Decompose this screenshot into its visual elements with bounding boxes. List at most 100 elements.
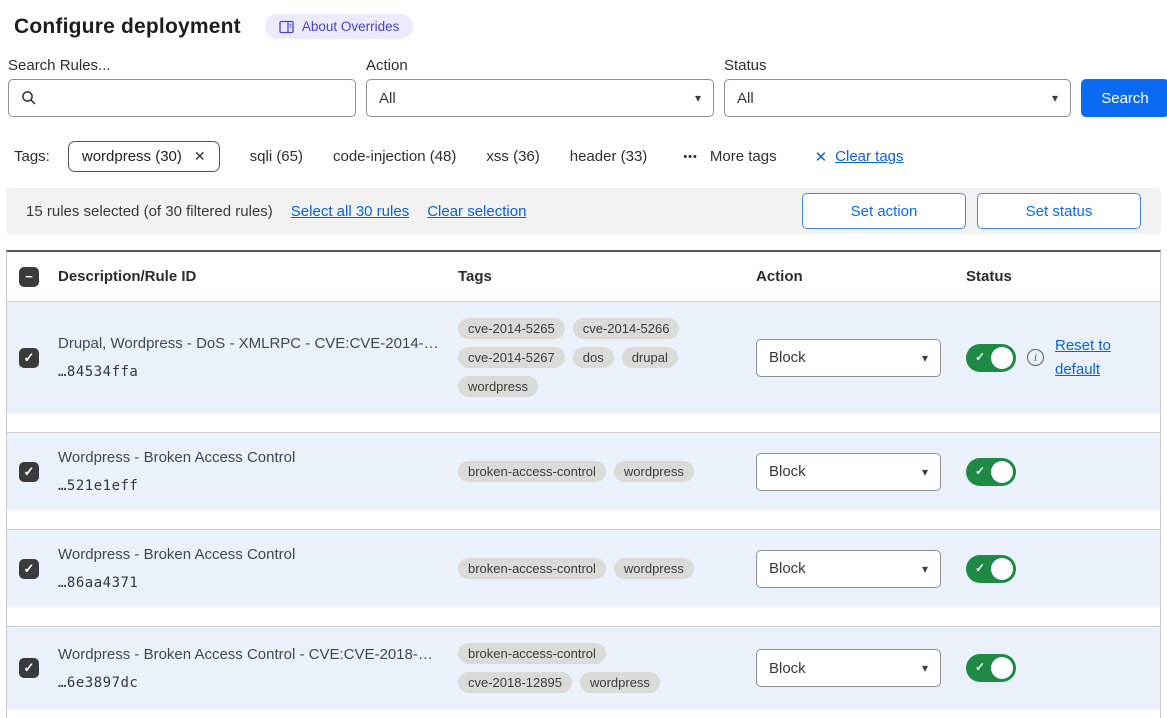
- rule-tags-cell: broken-access-control wordpress: [458, 461, 756, 482]
- rule-tags: broken-access-controlwordpress: [458, 558, 716, 579]
- search-icon: [21, 90, 37, 106]
- header-description: Description/Rule ID: [58, 268, 458, 285]
- set-status-button[interactable]: Set status: [977, 193, 1141, 229]
- rule-tags: broken-access-control wordpress: [458, 461, 716, 482]
- tag-list: sqli (65) code-injection (48) xss (36) head…: [220, 148, 648, 165]
- tag-pill: broken-access-control: [458, 461, 606, 482]
- toggle-knob: [991, 461, 1013, 483]
- clear-selection-link[interactable]: Clear selection: [427, 203, 526, 220]
- rule-description: Wordpress - Broken Access Control: [58, 449, 458, 466]
- tag-pill: wordpress: [614, 461, 694, 482]
- search-button[interactable]: Search: [1081, 79, 1167, 117]
- toggle-knob: [991, 347, 1013, 369]
- rule-description-cell: Wordpress - Broken Access Control …521e1…: [58, 449, 458, 494]
- rule-action-cell: Block ▾: [756, 550, 958, 588]
- chevron-down-icon: ▾: [1052, 91, 1058, 105]
- table-row: ✓ Wordpress - Broken Access Control - CV…: [7, 626, 1160, 709]
- clear-tags-icon: ✕: [815, 148, 828, 166]
- status-toggle[interactable]: ✓: [966, 654, 1016, 682]
- chevron-down-icon: ▾: [922, 351, 928, 365]
- rule-status-cell: ✓: [958, 555, 1160, 583]
- selected-tag-pill[interactable]: wordpress (30) ✕: [68, 141, 220, 172]
- tag-pill: broken-access-control: [458, 643, 606, 664]
- check-icon: ✓: [24, 660, 35, 676]
- rule-status-cell: ✓: [958, 458, 1160, 486]
- rule-description-cell: Drupal, Wordpress - DoS - XMLRPC - CVE:C…: [58, 335, 458, 380]
- search-rules-label: Search Rules...: [8, 57, 356, 74]
- action-filter-select[interactable]: All ▾: [366, 79, 714, 117]
- tags-label: Tags:: [14, 148, 50, 165]
- rule-action-select[interactable]: Block ▾: [756, 453, 941, 491]
- check-icon: ✓: [24, 350, 35, 366]
- chevron-down-icon: ▾: [922, 661, 928, 675]
- chevron-down-icon: ▾: [922, 465, 928, 479]
- tag-pill: cve-2014-5265: [458, 318, 565, 339]
- tag-filter-item[interactable]: header (33): [570, 148, 648, 165]
- rule-action-select[interactable]: Block ▾: [756, 550, 941, 588]
- row-checkbox[interactable]: ✓: [19, 462, 39, 482]
- bulk-actions: Set action Set status: [802, 193, 1141, 229]
- clear-tags-link[interactable]: ✕ Clear tags: [815, 148, 904, 166]
- check-icon: ✓: [24, 561, 35, 577]
- rule-tags: cve-2014-5265cve-2014-5266cve-2014-5267d…: [458, 318, 716, 397]
- status-filter-value: All: [737, 90, 754, 107]
- rule-action-value: Block: [769, 560, 806, 577]
- tag-filter-item[interactable]: xss (36): [486, 148, 539, 165]
- tag-pill: wordpress: [580, 672, 660, 693]
- rule-id: …86aa4371: [58, 575, 458, 591]
- row-checkbox-cell: ✓: [7, 559, 58, 579]
- search-filter: Search Rules...: [8, 57, 356, 117]
- selection-summary: 15 rules selected (of 30 filtered rules): [26, 203, 273, 220]
- rule-description-cell: Wordpress - Broken Access Control - CVE:…: [58, 646, 458, 691]
- selected-tag-label: wordpress (30): [82, 148, 182, 165]
- page-title: Configure deployment: [14, 15, 241, 39]
- row-checkbox[interactable]: ✓: [19, 658, 39, 678]
- about-overrides-badge[interactable]: About Overrides: [265, 14, 414, 39]
- check-icon: ✓: [24, 464, 35, 480]
- chevron-down-icon: ▾: [922, 562, 928, 576]
- tag-filter-item[interactable]: sqli (65): [250, 148, 303, 165]
- rule-action-cell: Block ▾: [756, 649, 958, 687]
- row-checkbox-cell: ✓: [7, 348, 58, 368]
- rule-action-select[interactable]: Block ▾: [756, 649, 941, 687]
- select-all-checkbox[interactable]: −: [19, 267, 39, 287]
- rule-status-cell: ✓ i Reset to default: [958, 334, 1160, 382]
- rule-tags-cell: broken-access-controlwordpress: [458, 558, 756, 579]
- rule-action-value: Block: [769, 349, 806, 366]
- set-action-button[interactable]: Set action: [802, 193, 966, 229]
- header-tags: Tags: [458, 268, 756, 285]
- action-filter-value: All: [379, 90, 396, 107]
- status-toggle[interactable]: ✓: [966, 555, 1016, 583]
- filters-bar: Search Rules... Action All ▾ Status All …: [8, 57, 1161, 117]
- clear-tags-label: Clear tags: [835, 148, 903, 165]
- row-checkbox-cell: ✓: [7, 462, 58, 482]
- row-checkbox[interactable]: ✓: [19, 348, 39, 368]
- reset-to-default-link[interactable]: Reset to default: [1055, 334, 1119, 382]
- toggle-knob: [991, 657, 1013, 679]
- chevron-down-icon: ▾: [695, 91, 701, 105]
- search-input[interactable]: [46, 80, 343, 116]
- rules-table: − Description/Rule ID Tags Action Status…: [6, 250, 1161, 718]
- select-all-rules-link[interactable]: Select all 30 rules: [291, 203, 409, 220]
- action-label: Action: [366, 57, 714, 74]
- info-icon: i: [1027, 349, 1044, 366]
- status-toggle[interactable]: ✓: [966, 458, 1016, 486]
- status-filter-select[interactable]: All ▾: [724, 79, 1071, 117]
- tag-filter-item[interactable]: code-injection (48): [333, 148, 456, 165]
- rule-action-select[interactable]: Block ▾: [756, 339, 941, 377]
- header-action: Action: [756, 268, 958, 285]
- row-checkbox-cell: ✓: [7, 658, 58, 678]
- status-toggle[interactable]: ✓: [966, 344, 1016, 372]
- status-filter: Status All ▾: [724, 57, 1071, 117]
- table-header-row: − Description/Rule ID Tags Action Status: [7, 252, 1160, 302]
- table-row: ✓ Drupal, Wordpress - DoS - XMLRPC - CVE…: [7, 302, 1160, 413]
- table-row: ✓ Wordpress - Broken Access Control …86a…: [7, 529, 1160, 607]
- table-body: ✓ Drupal, Wordpress - DoS - XMLRPC - CVE…: [7, 302, 1160, 709]
- row-checkbox[interactable]: ✓: [19, 559, 39, 579]
- rule-action-cell: Block ▾: [756, 453, 958, 491]
- tag-pill: cve-2014-5266: [573, 318, 680, 339]
- more-tags-button[interactable]: ••• More tags: [683, 148, 776, 165]
- tag-pill: wordpress: [614, 558, 694, 579]
- rule-tags-cell: broken-access-controlcve-2018-12895wordp…: [458, 643, 756, 693]
- remove-tag-icon[interactable]: ✕: [194, 148, 206, 165]
